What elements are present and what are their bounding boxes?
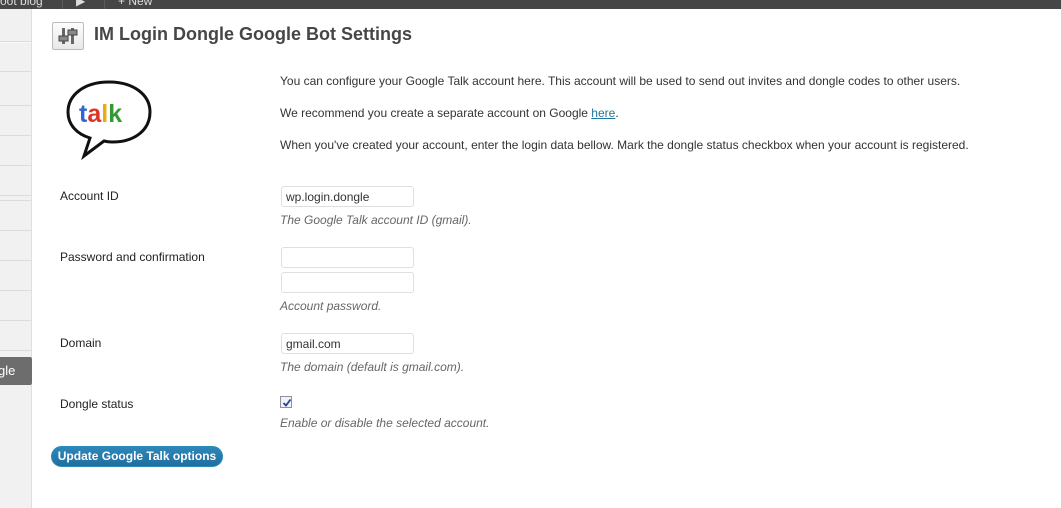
admin-bar-new[interactable]: + New (118, 0, 152, 8)
admin-bar-separator (62, 0, 63, 9)
create-account-link[interactable]: here (591, 106, 615, 120)
menu-divider (0, 135, 31, 136)
update-options-button[interactable]: Update Google Talk options (51, 446, 223, 467)
menu-divider (0, 165, 31, 166)
password-input[interactable] (281, 247, 414, 268)
password-confirm-input[interactable] (281, 272, 414, 293)
domain-description: The domain (default is gmail.com). (280, 360, 465, 374)
menu-divider (0, 105, 31, 106)
settings-sliders-icon (52, 22, 84, 50)
menu-divider (0, 350, 31, 351)
intro-text-3: When you've created your account, enter … (280, 138, 969, 152)
sidebar-item-current[interactable]: gle (0, 357, 39, 385)
checkmark-icon (282, 398, 292, 407)
admin-sidebar (0, 9, 32, 508)
dongle-status-description: Enable or disable the selected account. (280, 416, 490, 430)
menu-divider (0, 195, 31, 196)
intro-text-1: You can configure your Google Talk accou… (280, 74, 961, 88)
menu-divider (0, 260, 31, 261)
speech-bubble-icon[interactable]: ▶ (76, 0, 85, 8)
account-id-input[interactable] (281, 186, 414, 207)
menu-divider (0, 290, 31, 291)
menu-divider (0, 42, 31, 43)
page-title: IM Login Dongle Google Bot Settings (94, 24, 412, 44)
domain-input[interactable] (281, 333, 414, 354)
dongle-status-checkbox[interactable] (280, 396, 292, 408)
account-id-label: Account ID (60, 189, 119, 203)
menu-divider (0, 320, 31, 321)
dongle-status-label: Dongle status (60, 397, 134, 411)
sidebar-item-label: gle (0, 363, 16, 378)
google-talk-logo: talk (62, 74, 158, 162)
menu-divider (0, 71, 31, 72)
admin-bar: oot blog ▶ + New (0, 0, 1061, 9)
password-label: Password and confirmation (60, 250, 205, 264)
intro-text-2: We recommend you create a separate accou… (280, 106, 619, 120)
admin-bar-separator (104, 0, 105, 9)
menu-divider (0, 230, 31, 231)
admin-bar-site-name[interactable]: oot blog (0, 0, 43, 8)
account-id-description: The Google Talk account ID (gmail). (280, 213, 472, 227)
talk-logo-text: talk (79, 100, 122, 128)
intro-text-2-prefix: We recommend you create a separate accou… (280, 106, 592, 120)
menu-divider (0, 200, 31, 201)
intro-text-2-suffix: . (615, 106, 619, 120)
domain-label: Domain (60, 336, 102, 350)
password-description: Account password. (280, 299, 382, 313)
